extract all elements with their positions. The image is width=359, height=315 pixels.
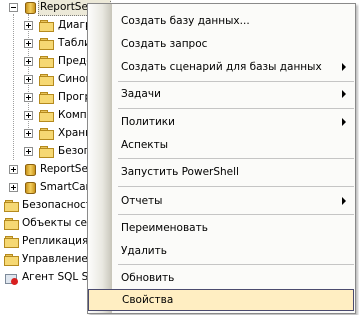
tree-node-label: Управление: [22, 253, 88, 265]
expand-icon[interactable]: [24, 111, 33, 120]
menu-item-label: Создать сценарий для базы данных: [121, 61, 322, 73]
sql-agent-stopped-icon: [4, 271, 18, 285]
menu-item-policies[interactable]: Политики: [113, 111, 354, 133]
menu-item-start-powershell[interactable]: Запустить PowerShell: [113, 161, 354, 183]
database-icon: [24, 180, 36, 194]
folder-icon: [39, 56, 54, 68]
menu-separator: [118, 108, 354, 109]
menu-item-label: Отчеты: [121, 195, 163, 207]
expand-icon[interactable]: [9, 183, 18, 192]
submenu-arrow-icon: [342, 90, 346, 98]
menu-item-label: Запустить PowerShell: [121, 166, 239, 178]
menu-item-label: Переименовать: [121, 222, 208, 234]
expand-icon[interactable]: [24, 57, 33, 66]
menu-item-delete[interactable]: Удалить: [113, 240, 354, 262]
submenu-arrow-icon: [342, 197, 346, 205]
menu-item-rename[interactable]: Переименовать: [113, 217, 354, 239]
menu-item-create-database[interactable]: Создать базу данных...: [113, 10, 354, 32]
menu-item-label: Аспекты: [121, 139, 169, 151]
folder-icon: [4, 218, 19, 230]
expand-icon[interactable]: [24, 39, 33, 48]
folder-icon: [4, 236, 19, 248]
folder-icon: [39, 146, 54, 158]
menu-item-new-query[interactable]: Создать запрос: [113, 33, 354, 55]
database-icon: [24, 0, 36, 14]
menu-separator: [118, 158, 354, 159]
folder-icon: [4, 200, 19, 212]
tree-node-reportserver[interactable]: ReportServer: [0, 0, 112, 16]
menu-item-facets[interactable]: Аспекты: [113, 134, 354, 156]
folder-icon: [39, 20, 54, 32]
folder-icon: [39, 92, 54, 104]
folder-icon: [39, 38, 54, 50]
submenu-arrow-icon: [342, 118, 346, 126]
menu-item-properties[interactable]: Свойства: [88, 289, 354, 311]
menu-item-label: Обновить: [121, 272, 175, 284]
menu-separator: [118, 214, 354, 215]
database-icon: [24, 162, 36, 176]
expand-icon[interactable]: [9, 165, 18, 174]
menu-item-label: Создать базу данных...: [121, 15, 250, 27]
expand-icon[interactable]: [24, 93, 33, 102]
expand-icon[interactable]: [24, 129, 33, 138]
context-menu: Создать базу данных... Создать запрос Со…: [87, 3, 356, 314]
menu-item-refresh[interactable]: Обновить: [113, 267, 354, 289]
menu-separator: [118, 264, 354, 265]
folder-icon: [39, 74, 54, 86]
folder-icon: [39, 128, 54, 140]
tree-node-label: Репликация: [22, 235, 89, 247]
menu-item-label: Свойства: [122, 294, 174, 306]
menu-item-label: Задачи: [121, 88, 161, 100]
expand-icon[interactable]: [24, 75, 33, 84]
tree-guide-line: [13, 14, 14, 160]
menu-icon-gutter: [88, 4, 112, 313]
menu-separator: [118, 186, 354, 187]
expand-icon[interactable]: [24, 147, 33, 156]
folder-icon: [39, 110, 54, 122]
menu-item-label: Создать запрос: [121, 38, 208, 50]
expand-icon[interactable]: [24, 21, 33, 30]
folder-icon: [4, 254, 19, 266]
menu-item-label: Удалить: [121, 245, 167, 257]
menu-item-script-database[interactable]: Создать сценарий для базы данных: [113, 56, 354, 78]
menu-item-tasks[interactable]: Задачи: [113, 83, 354, 105]
submenu-arrow-icon: [342, 63, 346, 71]
menu-item-label: Политики: [121, 116, 175, 128]
collapse-icon[interactable]: [9, 3, 18, 12]
menu-separator: [118, 81, 354, 82]
menu-item-reports[interactable]: Отчеты: [113, 190, 354, 212]
